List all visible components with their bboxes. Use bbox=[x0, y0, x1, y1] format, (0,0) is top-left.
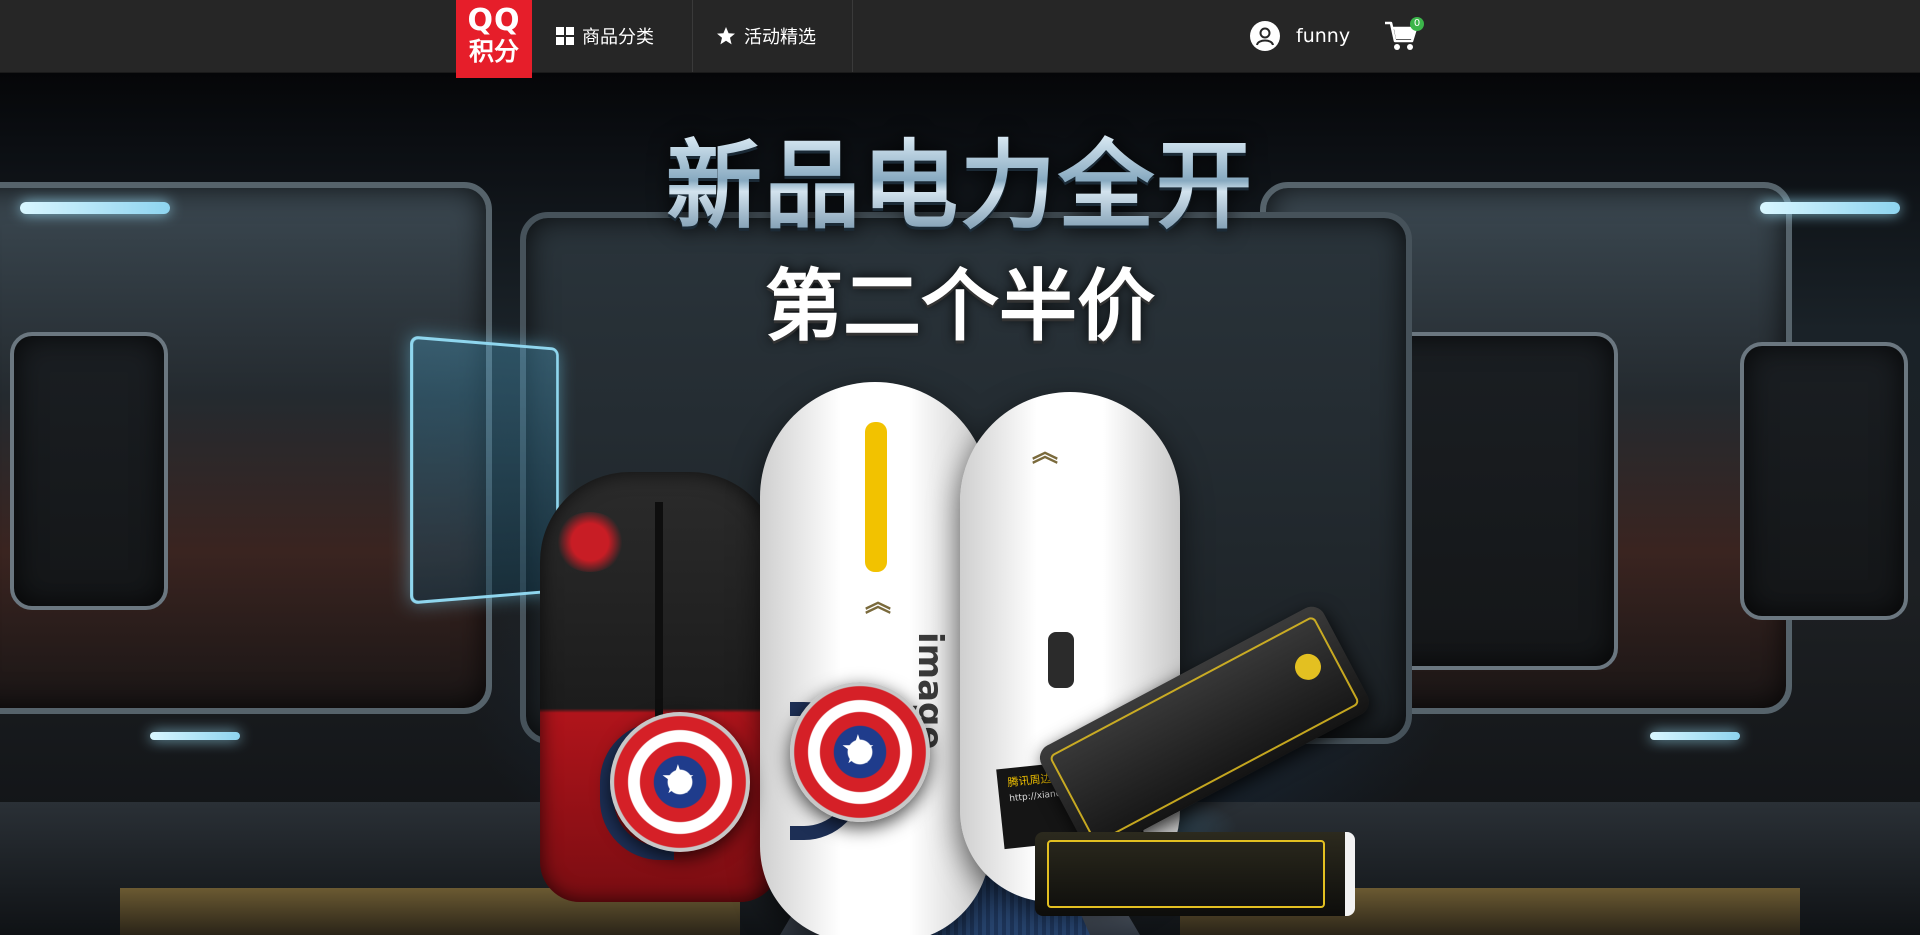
shield-star-icon: ★ bbox=[660, 760, 696, 800]
usb-case-circuit-pattern bbox=[1047, 840, 1325, 908]
backpack-splash bbox=[555, 512, 625, 572]
user-menu[interactable]: funny bbox=[1250, 0, 1350, 72]
qq-points-logo[interactable]: QQ 积分 bbox=[456, 0, 532, 78]
bg-door-left-window bbox=[10, 332, 168, 610]
bg-door-far-right-window bbox=[1740, 342, 1908, 620]
logo-text-points: 积分 bbox=[456, 37, 532, 67]
cart-icon bbox=[1384, 37, 1418, 56]
shopping-cart-button[interactable]: 0 bbox=[1384, 20, 1420, 54]
nav-divider bbox=[852, 0, 853, 72]
logo-text-qq: QQ bbox=[456, 5, 532, 37]
mouse-yellow-stripe bbox=[865, 422, 887, 572]
cart-count-badge: 0 bbox=[1410, 17, 1424, 31]
mouse-chevron-icon: ︽ bbox=[865, 582, 891, 619]
product-usb-drive-case bbox=[1035, 832, 1355, 916]
grid-icon bbox=[556, 27, 574, 45]
nav-activities-link[interactable]: 活动精选 bbox=[716, 0, 816, 72]
nav-activities-label: 活动精选 bbox=[744, 23, 816, 49]
product-earphone-left: ★ bbox=[610, 712, 750, 852]
product-gaming-mouse-white: ︽ image bbox=[760, 382, 990, 935]
banner-headline: 新品电力全开 bbox=[660, 132, 1260, 240]
nav-divider bbox=[692, 0, 693, 72]
username-label: funny bbox=[1296, 25, 1350, 47]
promo-banner[interactable]: 新品电力全开 第二个半价 ︽ image ︽ 腾讯周边官方旗舰店： http:/… bbox=[0, 72, 1920, 935]
nav-category-link[interactable]: 商品分类 bbox=[556, 0, 654, 72]
bg-floor-light bbox=[1650, 732, 1740, 740]
banner-subheadline: 第二个半价 bbox=[760, 262, 1160, 352]
shield-star-icon: ★ bbox=[840, 730, 876, 770]
bg-glowing-panel bbox=[410, 336, 559, 605]
mouse-sensor bbox=[1048, 632, 1074, 688]
bg-ceiling-light bbox=[20, 202, 170, 214]
nav-category-label: 商品分类 bbox=[582, 23, 654, 49]
user-avatar-icon bbox=[1250, 21, 1280, 51]
bg-floor-light bbox=[150, 732, 240, 740]
star-icon bbox=[716, 26, 736, 46]
mouse-chevron-icon: ︽ bbox=[1032, 432, 1058, 469]
product-earphone-right: ★ bbox=[790, 682, 930, 822]
top-nav-bar: QQ 积分 商品分类 活动精选 funny 0 bbox=[0, 0, 1920, 72]
bg-ceiling-light bbox=[1760, 202, 1900, 214]
